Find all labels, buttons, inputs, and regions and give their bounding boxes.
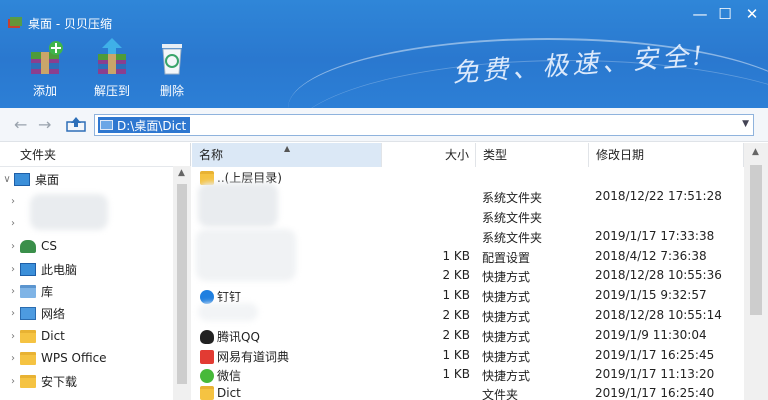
app-logo-icon bbox=[8, 17, 22, 28]
tree-item-library[interactable]: › 库 bbox=[6, 280, 53, 302]
column-header-type[interactable]: 类型 bbox=[476, 143, 589, 167]
library-icon bbox=[20, 284, 36, 298]
folder-tree-header: 文件夹 bbox=[0, 143, 190, 167]
chevron-right-icon[interactable]: › bbox=[6, 264, 20, 275]
address-bar-row: ← → D:\桌面\Dict ▼ bbox=[0, 108, 768, 142]
extract-button[interactable]: 解压到 bbox=[86, 38, 138, 99]
table-row[interactable]: Dict 文件夹 2019/1/17 16:25:40 bbox=[192, 384, 744, 400]
tree-item-downloads[interactable]: › 安下载 bbox=[6, 370, 77, 392]
tree-item-label: 此电脑 bbox=[41, 262, 78, 277]
add-button[interactable]: 添加 bbox=[19, 38, 71, 99]
tree-item-label: 桌面 bbox=[35, 172, 60, 187]
table-row[interactable]: ..(上层目录) bbox=[192, 167, 744, 187]
add-label: 添加 bbox=[32, 84, 57, 98]
back-arrow-icon[interactable]: ← bbox=[14, 115, 27, 135]
window-title: 桌面 - 贝贝压缩 bbox=[28, 16, 112, 31]
file-list-scrollbar[interactable]: ▲ bbox=[744, 143, 768, 400]
monitor-icon bbox=[14, 172, 30, 186]
close-button[interactable]: ✕ bbox=[738, 4, 766, 24]
file-list-panel: ▲ 名称 大小 类型 修改日期 ..(上层目录) 系统文件夹 2018/12/2… bbox=[192, 143, 768, 400]
blurred-region bbox=[196, 229, 296, 281]
blurred-region bbox=[198, 303, 258, 321]
tree-item-label: Dict bbox=[41, 329, 65, 343]
tree-item-this-pc[interactable]: › 此电脑 bbox=[6, 258, 77, 280]
title-bar: 桌面 - 贝贝压缩 bbox=[8, 13, 112, 33]
forward-arrow-icon[interactable]: → bbox=[38, 115, 51, 135]
tree-item-wps[interactable]: › WPS Office bbox=[6, 347, 107, 369]
chevron-down-icon[interactable]: ▼ bbox=[742, 119, 749, 129]
table-row[interactable]: 网易有道词典 1 KB 快捷方式 2019/1/17 16:25:45 bbox=[192, 346, 744, 366]
sort-ascending-icon: ▲ bbox=[284, 144, 291, 153]
monitor-icon bbox=[100, 120, 113, 130]
folder-icon bbox=[200, 386, 214, 400]
maximize-button[interactable]: ☐ bbox=[711, 4, 739, 24]
extract-label: 解压到 bbox=[93, 84, 130, 98]
column-header-size[interactable]: 大小 bbox=[382, 143, 476, 167]
table-row[interactable]: 腾讯QQ 2 KB 快捷方式 2019/1/9 11:30:04 bbox=[192, 326, 744, 346]
minimize-button[interactable]: — bbox=[686, 4, 714, 24]
tree-item-dict[interactable]: › Dict bbox=[6, 325, 65, 347]
folder-icon bbox=[20, 329, 36, 343]
recycle-bin-icon bbox=[162, 44, 182, 75]
chevron-right-icon[interactable]: › bbox=[6, 376, 20, 387]
extract-archive-icon bbox=[98, 38, 126, 74]
address-input[interactable]: D:\桌面\Dict ▼ bbox=[94, 114, 754, 136]
blurred-region bbox=[30, 194, 108, 230]
tree-item-desktop[interactable]: ∨ 桌面 bbox=[0, 168, 59, 190]
tree-item-label: WPS Office bbox=[41, 351, 107, 365]
scroll-up-icon[interactable]: ▲ bbox=[178, 168, 185, 178]
chevron-right-icon[interactable]: › bbox=[6, 196, 20, 207]
chevron-right-icon[interactable]: › bbox=[6, 241, 20, 252]
tree-item-blurred[interactable]: › bbox=[0, 190, 20, 212]
qq-icon bbox=[200, 329, 214, 344]
address-selection: D:\桌面\Dict bbox=[98, 117, 191, 133]
monitor-icon bbox=[20, 262, 36, 276]
column-header-date[interactable]: 修改日期 bbox=[589, 143, 744, 167]
blurred-region bbox=[198, 183, 278, 227]
delete-label: 删除 bbox=[159, 84, 184, 98]
add-archive-icon bbox=[31, 41, 63, 74]
youdao-icon bbox=[200, 349, 214, 364]
tree-item-label: CS bbox=[41, 239, 57, 253]
table-row[interactable]: 2 KB 快捷方式 2018/12/28 10:55:14 bbox=[192, 306, 744, 326]
tree-item-blurred[interactable]: › bbox=[0, 212, 20, 234]
table-row[interactable]: 钉钉 1 KB 快捷方式 2019/1/15 9:32:57 bbox=[192, 286, 744, 306]
tree-item-user[interactable]: › CS bbox=[6, 235, 57, 257]
user-icon bbox=[20, 239, 36, 253]
scrollbar-thumb[interactable] bbox=[177, 184, 187, 384]
chevron-right-icon[interactable]: › bbox=[6, 218, 20, 229]
scroll-up-icon[interactable]: ▲ bbox=[752, 147, 759, 157]
folder-icon bbox=[20, 351, 36, 365]
chevron-down-icon[interactable]: ∨ bbox=[0, 174, 14, 185]
chevron-right-icon[interactable]: › bbox=[6, 308, 20, 319]
tree-item-label: 网络 bbox=[41, 306, 66, 321]
address-path: D:\桌面\Dict bbox=[117, 118, 187, 133]
tree-item-network[interactable]: › 网络 bbox=[6, 302, 65, 324]
dingtalk-icon bbox=[200, 289, 214, 304]
chevron-right-icon[interactable]: › bbox=[6, 353, 20, 364]
network-icon bbox=[20, 306, 36, 320]
folder-tree-scrollbar[interactable]: ▲ bbox=[173, 166, 191, 400]
scrollbar-thumb[interactable] bbox=[750, 165, 762, 315]
table-row[interactable]: 微信 1 KB 快捷方式 2019/1/17 11:13:20 bbox=[192, 365, 744, 385]
delete-button[interactable]: 删除 bbox=[146, 38, 198, 99]
column-header-name[interactable]: ▲ 名称 bbox=[192, 143, 382, 167]
wechat-icon bbox=[200, 368, 214, 383]
chevron-right-icon[interactable]: › bbox=[6, 286, 20, 297]
folder-icon bbox=[20, 374, 36, 388]
chevron-right-icon[interactable]: › bbox=[6, 331, 20, 342]
tree-item-label: 库 bbox=[41, 284, 54, 299]
title-toolbar-band: 桌面 - 贝贝压缩 — ☐ ✕ 免费、极速、安全! 添加 解压到 删除 bbox=[0, 0, 768, 108]
up-folder-icon[interactable] bbox=[66, 116, 86, 132]
tree-item-label: 安下载 bbox=[41, 374, 78, 389]
